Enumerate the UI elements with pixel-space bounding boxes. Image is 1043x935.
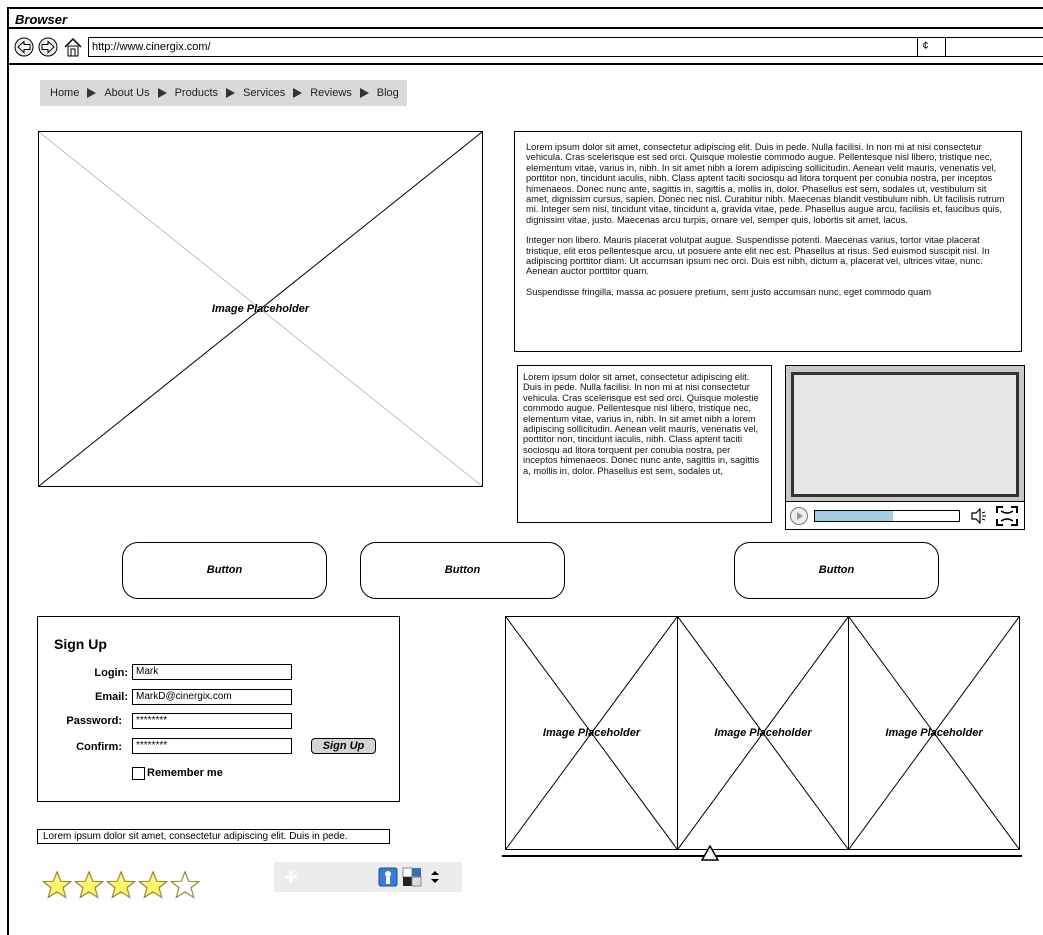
email-label: Email: — [94, 691, 128, 703]
browser-search-input[interactable] — [945, 37, 1043, 57]
star-filled-icon[interactable] — [42, 870, 72, 900]
hero-image-label: Image Placeholder — [211, 303, 310, 315]
hero-image-placeholder: Image Placeholder — [38, 131, 483, 487]
breadcrumb-separator-icon — [157, 88, 167, 98]
article-paragraph: Lorem ipsum dolor sit amet, consectetur … — [526, 142, 1005, 225]
plus-icon[interactable] — [284, 870, 298, 884]
sort-arrows-icon[interactable] — [429, 870, 441, 884]
star-empty-icon[interactable] — [170, 870, 200, 900]
star-filled-icon[interactable] — [74, 870, 104, 900]
gallery-slider-handle[interactable] — [701, 845, 719, 861]
star-rating[interactable] — [42, 870, 200, 900]
breadcrumb-item[interactable]: Blog — [377, 87, 399, 99]
gallery-image-3[interactable]: Image Placeholder — [848, 616, 1020, 850]
confirm-password-input[interactable]: ******** — [132, 738, 292, 754]
breadcrumb-item[interactable]: Products — [175, 87, 218, 99]
breadcrumb-separator-icon — [87, 88, 97, 98]
login-label: Login: — [94, 667, 128, 679]
mini-toolbar — [274, 862, 462, 892]
video-screen[interactable] — [791, 372, 1019, 497]
volume-icon[interactable] — [971, 508, 989, 524]
breadcrumb-item[interactable]: Home — [50, 87, 79, 99]
url-input[interactable]: http://www.cinergix.com/ — [88, 37, 946, 57]
breadcrumb-separator-icon — [359, 88, 369, 98]
primary-button-1[interactable]: Button — [122, 542, 327, 599]
forward-arrow-icon[interactable] — [38, 37, 58, 57]
password-label: Password: — [66, 715, 122, 727]
gallery-image-2[interactable]: Image Placeholder — [677, 616, 849, 850]
breadcrumb-item[interactable]: About Us — [104, 87, 149, 99]
fullscreen-icon[interactable] — [996, 506, 1018, 526]
password-input[interactable]: ******** — [132, 713, 292, 729]
video-controls — [786, 501, 1024, 529]
login-input[interactable]: Mark — [132, 664, 292, 680]
side-text-panel: Lorem ipsum dolor sit amet, consectetur … — [517, 365, 772, 523]
breadcrumb-item[interactable]: Reviews — [310, 87, 352, 99]
home-icon[interactable] — [63, 37, 83, 57]
play-button[interactable] — [790, 507, 808, 525]
gallery-slider-track — [502, 855, 1022, 857]
star-filled-icon[interactable] — [106, 870, 136, 900]
email-input[interactable]: MarkD@cinergix.com — [132, 689, 292, 705]
signup-form: Sign Up Login: Mark Email: MarkD@cinergi… — [37, 616, 400, 802]
primary-button-3[interactable]: Button — [734, 542, 939, 599]
signup-title: Sign Up — [54, 636, 107, 652]
breadcrumb: Home About Us Products Services Reviews Blog — [40, 80, 407, 106]
checker-icon[interactable] — [402, 867, 422, 887]
refresh-button[interactable]: ¢ — [917, 37, 933, 57]
star-filled-icon[interactable] — [138, 870, 168, 900]
address-bar-row: http://www.cinergix.com/ ¢ — [9, 31, 1043, 65]
breadcrumb-item[interactable]: Services — [243, 87, 285, 99]
video-progress-fill — [815, 511, 893, 521]
signup-button[interactable]: Sign Up — [311, 738, 376, 754]
remember-me-label: Remember me — [147, 767, 223, 779]
remember-me-checkbox[interactable] — [132, 767, 145, 780]
breadcrumb-separator-icon — [293, 88, 303, 98]
side-text: Lorem ipsum dolor sit amet, consectetur … — [523, 372, 760, 476]
footer-text: Lorem ipsum dolor sit amet, consectetur … — [37, 829, 390, 844]
article-paragraph: Suspendisse fringilla, massa ac posuere … — [526, 286, 932, 297]
browser-title: Browser — [9, 9, 1043, 29]
article-text-panel: Lorem ipsum dolor sit amet, consectetur … — [514, 131, 1022, 352]
video-player[interactable] — [785, 365, 1025, 530]
breadcrumb-separator-icon — [226, 88, 236, 98]
gallery-image-1[interactable]: Image Placeholder — [505, 616, 678, 850]
gallery-image-label: Image Placeholder — [714, 727, 812, 739]
info-icon[interactable] — [378, 867, 398, 887]
gallery-image-label: Image Placeholder — [542, 727, 641, 739]
video-progress-bar[interactable] — [814, 510, 960, 522]
gallery-image-label: Image Placeholder — [885, 727, 983, 739]
article-paragraph: Integer non libero. Mauris placerat volu… — [526, 235, 990, 277]
back-arrow-icon[interactable] — [14, 37, 34, 57]
primary-button-2[interactable]: Button — [360, 542, 565, 599]
confirm-label: Confirm: — [76, 741, 122, 753]
